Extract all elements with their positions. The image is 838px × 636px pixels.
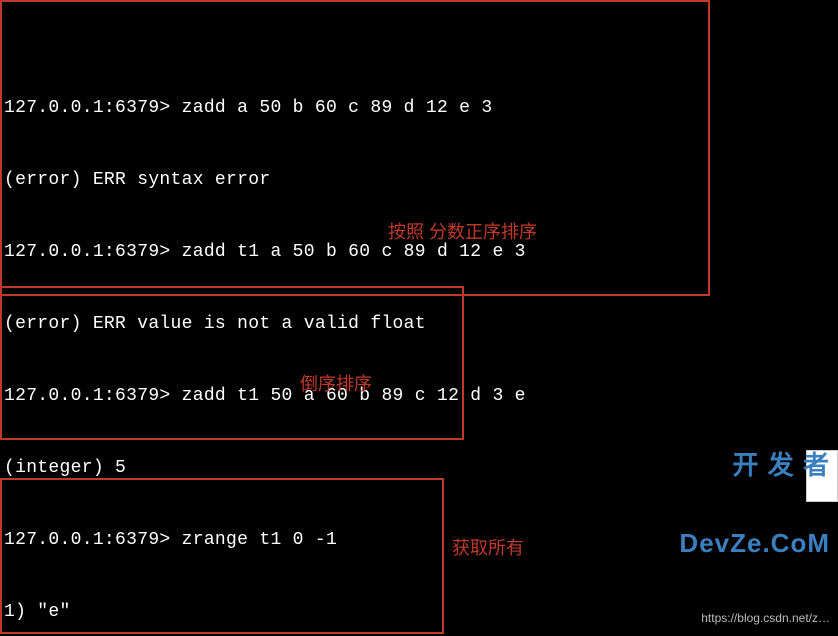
term-line: (error) ERR value is not a valid float xyxy=(0,312,838,336)
footer-url: https://blog.csdn.net/z… xyxy=(701,606,830,630)
watermark-logo: 开 发 者 DevZe.CoM xyxy=(679,400,830,608)
term-line: (error) ERR syntax error xyxy=(0,168,838,192)
annotation-box-2 xyxy=(0,286,464,440)
watermark-line1: 开 发 者 xyxy=(679,452,830,478)
term-line: 127.0.0.1:6379> zadd t1 a 50 b 60 c 89 d… xyxy=(0,240,838,264)
watermark-line2: DevZe.CoM xyxy=(679,530,830,556)
term-line: 127.0.0.1:6379> zadd a 50 b 60 c 89 d 12… xyxy=(0,96,838,120)
terminal[interactable]: 127.0.0.1:6379> zadd a 50 b 60 c 89 d 12… xyxy=(0,0,838,636)
